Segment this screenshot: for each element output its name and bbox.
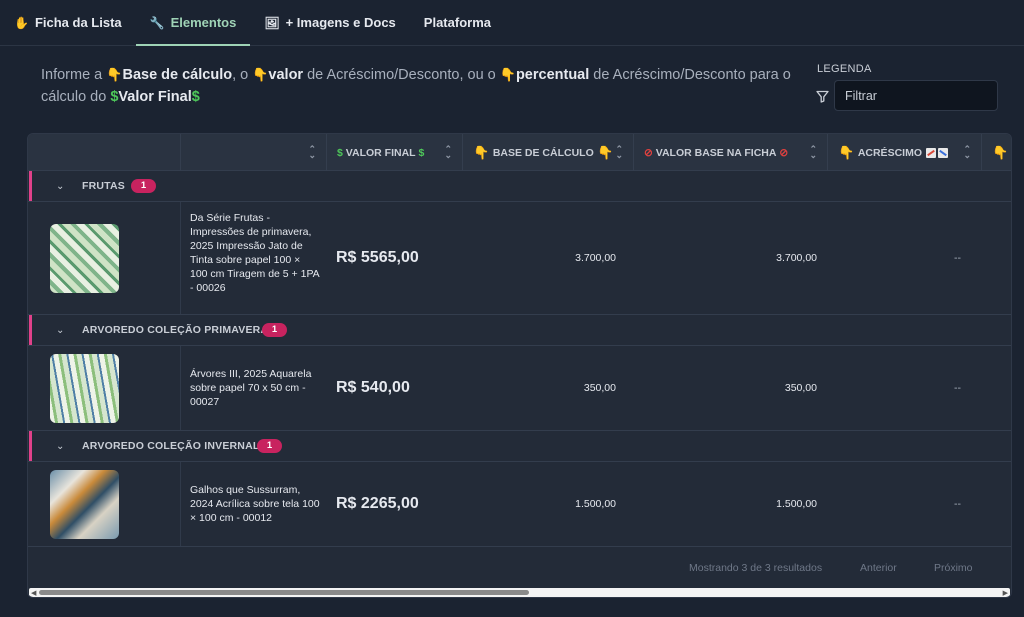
tab-elementos[interactable]: 🔧 Elementos [135,0,251,46]
valor-final: R$ 2265,00 [336,495,419,512]
group-indicator [29,315,32,345]
tab-label: Elementos [170,15,237,30]
instructions-text: Informe a 👇Base de cálculo, o 👇valor de … [41,64,811,108]
group-header-arvoredo-primavera[interactable]: ⌄ ARVOREDO COLEÇÃO PRIMAVERA 1 [28,315,1011,346]
group-indicator [29,171,32,201]
group-name: ARVOREDO COLEÇÃO PRIMAVERA [82,324,269,336]
column-label: ACRÉSCIMO [857,146,922,159]
sort-icon[interactable]: ⌃ ⌄ [963,145,971,160]
pointing-hand-icon: 👇 [838,144,858,160]
previous-page-button[interactable]: Anterior [860,562,897,574]
sort-icon[interactable]: ⌃ ⌄ [308,145,316,160]
valor-final: R$ 5565,00 [336,249,419,266]
column-header-base-calculo[interactable]: 👇 BASE DE CÁLCULO 👇 ⌃ ⌄ [462,134,633,171]
acrescimo-value[interactable]: -- [954,382,961,394]
valor-base-ficha-value: 1.500,00 [776,498,817,510]
tab-plataforma[interactable]: Plataforma [410,0,505,45]
results-count: Mostrando 3 de 3 resultados [689,562,823,574]
column-label: VALOR BASE NA FICHA [655,146,777,159]
group-name: ARVOREDO COLEÇÃO INVERNAL [82,440,260,452]
tab-imagens-e-docs[interactable]: 🖼 + Imagens e Docs [250,0,409,45]
pointing-hand-icon: 👇 [593,144,614,160]
column-label: VALOR FINAL [345,146,416,159]
count-badge: 1 [262,323,287,337]
tab-label: Plataforma [423,15,491,30]
artwork-thumbnail [50,354,119,423]
info-bold-base: Base de cálculo [122,67,233,83]
info-bold-valor: valor [268,67,304,83]
scrollbar-thumb[interactable] [39,590,529,595]
hand-icon: ✋ [14,15,29,30]
wrench-icon: 🔧 [149,15,165,30]
pointing-hand-icon: 👇 [252,67,269,82]
filter-input[interactable] [834,80,998,111]
acrescimo-value[interactable]: -- [954,498,961,510]
group-header-frutas[interactable]: ⌄ FRUTAS 1 [28,171,1011,202]
info-text: Informe a [41,67,107,83]
chevron-down-icon[interactable]: ⌄ [56,181,64,192]
chevron-down-icon[interactable]: ⌄ [56,325,64,336]
chevron-down-icon[interactable]: ⌄ [56,441,64,452]
base-calculo-value[interactable]: 3.700,00 [528,252,616,264]
tab-label: + Imagens e Docs [285,15,396,30]
next-page-button[interactable]: Próximo [934,562,973,574]
pointing-hand-icon: 👇 [106,67,123,82]
table-row[interactable]: Da Série Frutas - Impressões de primaver… [28,202,1011,315]
item-description: Da Série Frutas - Impressões de primaver… [190,212,320,294]
column-header-valor-base-ficha[interactable]: ⊘ VALOR BASE NA FICHA ⊘ ⌃ ⌄ [633,134,827,171]
tab-label: Ficha da Lista [34,15,122,30]
table-header: ⌃ ⌄ $ VALOR FINAL $ ⌃ ⌄ 👇 BASE DE CÁLCULO … [28,134,1011,171]
column-label: BASE DE CÁLCULO [492,146,594,159]
table-row[interactable]: Galhos que Sussurram, 2024 Acrílica sobr… [28,462,1011,547]
dollar-icon: $ [337,146,346,159]
sort-icon[interactable]: ⌃ ⌄ [809,145,817,160]
item-description: Galhos que Sussurram, 2024 Acrílica sobr… [190,484,320,524]
filter-icon [816,90,830,104]
base-calculo-value[interactable]: 1.500,00 [528,498,616,510]
info-text: , o [232,67,253,83]
pointing-hand-icon: 👇 [499,67,516,82]
chart-up-icon [925,147,936,158]
valor-base-ficha-value: 3.700,00 [776,252,817,264]
group-name: FRUTAS [82,180,126,192]
artwork-thumbnail [50,224,119,293]
group-header-arvoredo-invernal[interactable]: ⌄ ARVOREDO COLEÇÃO INVERNAL 1 [28,431,1011,462]
base-calculo-value[interactable]: 350,00 [528,382,616,394]
dollar-icon: $ [415,146,425,159]
horizontal-scrollbar[interactable]: ◀ ▶ [29,588,1010,597]
elements-table: ⌃ ⌄ $ VALOR FINAL $ ⌃ ⌄ 👇 BASE DE CÁLCULO … [27,133,1012,598]
column-header-valor-final[interactable]: $ VALOR FINAL $ ⌃ ⌄ [326,134,462,171]
column-header-image [28,134,180,171]
prohibited-icon: ⊘ [776,146,789,159]
column-header-acrescimo[interactable]: 👇 ACRÉSCIMO ⌃ ⌄ [827,134,981,171]
pointing-hand-icon: 👇 [473,144,493,160]
pointing-hand-icon: 👇 [992,144,1009,160]
scroll-right-icon[interactable]: ▶ [1003,589,1008,597]
prohibited-icon: ⊘ [644,146,656,159]
artwork-thumbnail [50,470,119,539]
table-footer: Mostrando 3 de 3 resultados Anterior Pró… [28,547,1011,587]
valor-base-ficha-value: 350,00 [784,382,817,394]
tab-bar: ✋ Ficha da Lista 🔧 Elementos 🖼 + Imagens… [0,0,1024,46]
tab-ficha-da-lista[interactable]: ✋ Ficha da Lista [14,0,136,45]
column-header-description[interactable]: ⌃ ⌄ [180,134,326,171]
image-icon: 🖼 [264,15,280,30]
info-bold-percentual: percentual [515,67,590,83]
legend-label: LEGENDA [817,63,872,75]
dollar-icon: $ [191,89,200,105]
scroll-left-icon[interactable]: ◀ [31,589,36,597]
sort-icon[interactable]: ⌃ ⌄ [615,145,623,160]
table-row[interactable]: Árvores III, 2025 Aquarela sobre papel 7… [28,346,1011,431]
info-bold-valor-final: Valor Final [118,89,192,105]
acrescimo-value[interactable]: -- [954,252,961,264]
info-text: de Acréscimo/Desconto, ou o [303,67,500,83]
column-header-more[interactable]: 👇 [981,134,1011,171]
valor-final: R$ 540,00 [336,379,410,396]
chart-down-icon [937,147,948,158]
count-badge: 1 [131,179,156,193]
group-indicator [29,431,32,461]
item-description: Árvores III, 2025 Aquarela sobre papel 7… [190,368,312,408]
sort-icon[interactable]: ⌃ ⌄ [444,145,452,160]
count-badge: 1 [257,439,282,453]
